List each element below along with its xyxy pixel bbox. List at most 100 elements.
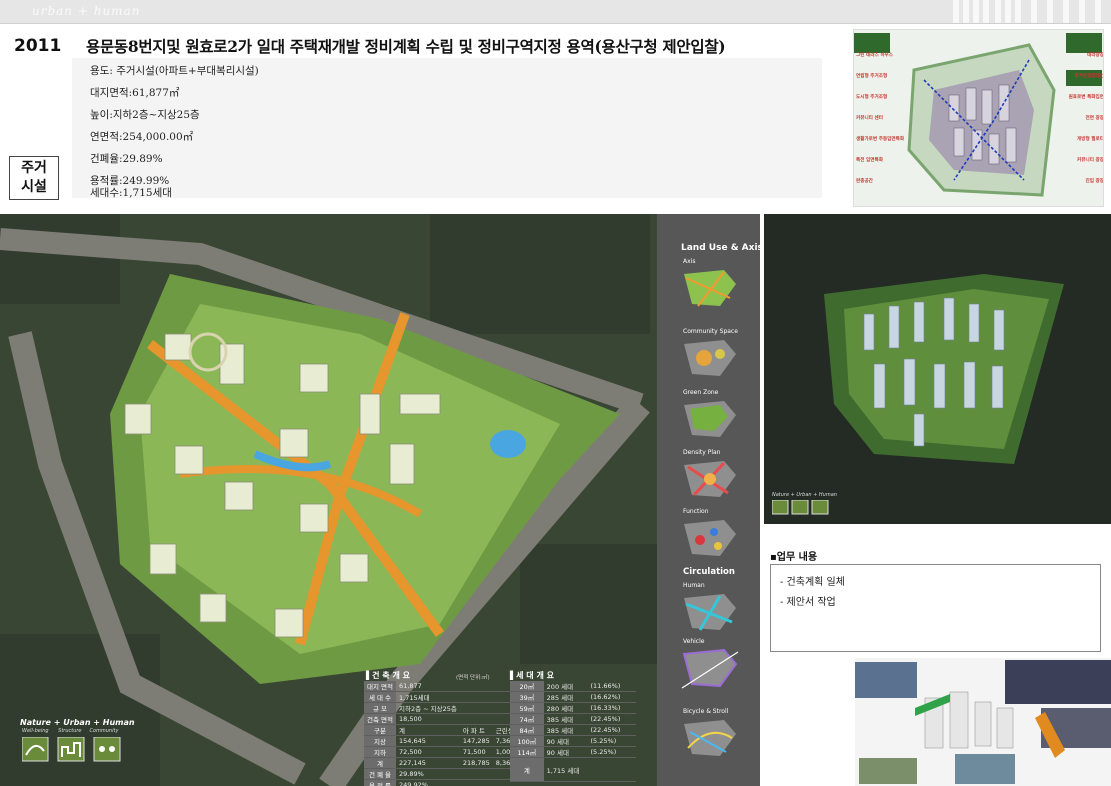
building-summary-cell: 구분 (364, 724, 396, 737)
household-summary-cell: 59㎡ (510, 702, 544, 715)
building-summary-row: 지상 154,645 147,285 7,360 (364, 735, 523, 748)
building-summary-cell (459, 702, 493, 715)
category-box: 주거 시설 (9, 156, 59, 200)
building-summary-cell: 71,500 (459, 746, 493, 759)
household-summary-cell: 114㎡ (510, 746, 544, 759)
concept-label-left-1: 연립형 주거조형 (856, 74, 888, 79)
concept-diagram: 그린 테라스 하우스 연립형 주거조형 도시형 주거조형 커뮤니티 센터 생활가로변 주… (853, 29, 1104, 207)
household-summary-row: 84㎡ 385 세대 (22.45%) (510, 724, 636, 737)
household-summary-row: 39㎡ 285 세대 (16.62%) (510, 691, 636, 704)
household-summary-cell: 200 세대 (543, 681, 588, 693)
building-summary-cell: 18,500 (396, 713, 460, 726)
concept-label-left-2: 도시형 주거조형 (856, 95, 888, 100)
concept-label-right-1: 흥겨운광장테인 (1074, 74, 1104, 79)
photo-collage (855, 658, 1111, 786)
motto-sub-wellbeing: Well-being (22, 728, 49, 734)
building-summary-row: 규 모 지하2층 ~ 지상25층 (364, 702, 523, 715)
diagram-label-axis: Axis (683, 258, 696, 265)
building-summary-row: 지하 72,500 71,500 1,000 (364, 746, 523, 759)
household-total-label: 계 (510, 757, 544, 783)
building-summary-cell: 154,645 (396, 735, 460, 748)
concept-label-left-0: 그린 테라스 하우스 (856, 53, 894, 58)
household-summary-cell: 90 세대 (543, 746, 588, 759)
building-summary-cell: 대지 면적 (364, 681, 396, 693)
work-item-architecture: - 건축계획 일체 (780, 577, 845, 588)
green-zone-diagram (684, 401, 736, 437)
concept-label-right-5: 커뮤니티 광장 (1077, 158, 1104, 163)
building-summary-cell: 계 (364, 757, 396, 770)
building-summary-unit: (면적 단위:㎡) (456, 675, 490, 681)
work-heading: ▪업무 내용 (770, 552, 818, 563)
household-summary-cell: 280 세대 (543, 702, 588, 715)
building-summary-cell: 61,877 (396, 681, 460, 693)
project-title: 용문동8번지및 원효로2가 일대 주택재개발 정비계획 수립 및 정비구역지정 … (86, 37, 726, 56)
building-summary-cell: 249.92% (396, 779, 460, 786)
overview-motto-text: Nature + Urban + Human (772, 492, 837, 498)
overview-render (764, 214, 1111, 524)
diagram-label-community: Community Space (683, 328, 738, 335)
building-summary-row: 구분 계 아 파 트 근린생활 (364, 724, 523, 737)
concept-label-right-0: 테라광장 (1087, 53, 1104, 58)
household-summary-cell: 90 세대 (543, 735, 588, 748)
household-summary-cell: 285 세대 (543, 691, 588, 704)
building-summary-cell: 72,500 (396, 746, 460, 759)
household-summary-cell: 20㎡ (510, 681, 544, 693)
diagram-label-human: Human (683, 582, 705, 589)
household-summary-cell: (16.62%) (587, 691, 636, 704)
household-summary-title: ▌세 대 개 요 (510, 671, 554, 680)
household-summary-cell: (22.45%) (587, 713, 636, 726)
building-summary-cell: 29.89% (396, 768, 460, 781)
concept-label-right-6: 진입 광장 (1085, 179, 1104, 184)
household-summary-row: 114㎡ 90 세대 (5.25%) (510, 746, 636, 759)
diagram-label-density: Density Plan (683, 449, 721, 456)
photo-collage-image (855, 658, 1111, 786)
concept-label-left-4: 생활가로변 주동입면특화 (856, 137, 905, 142)
top-banner: urban + human (0, 0, 1111, 24)
building-summary-cell: 지상 (364, 735, 396, 748)
building-summary-title: ▌건 축 개 요 (366, 671, 410, 680)
household-summary-row: 100㎡ 90 세대 (5.25%) (510, 735, 636, 748)
building-summary-cell: 용 적 률 (364, 779, 396, 786)
household-summary-cell: 385 세대 (543, 724, 588, 737)
building-summary-cell (459, 713, 493, 726)
diagram-label-function: Function (683, 508, 709, 515)
land-use-title: Land Use & Axis (681, 243, 763, 253)
motto-text: Nature + Urban + Human (20, 718, 135, 727)
spec-use: 용도: 주거시설(아파트+부대복리시설) (90, 65, 259, 77)
building-summary-row: 대지 면적 61,877 (364, 681, 523, 693)
building-summary-table: 대지 면적 61,877 세 대 수 1,715세대 규 모 지하2층 ~ 지상25층 건축… (364, 681, 523, 786)
building-summary-row: 건축 면적 18,500 (364, 713, 523, 726)
household-summary-row: 59㎡ 280 세대 (16.33%) (510, 702, 636, 715)
circulation-title: Circulation (683, 567, 735, 577)
household-total-row: 계 1,715 세대 (510, 757, 636, 783)
building-summary-cell: 건 폐 율 (364, 768, 396, 781)
human-circulation-diagram (684, 594, 736, 631)
spec-site-area: 대지면적:61,877㎡ (90, 87, 180, 99)
building-summary-cell: 147,285 (459, 735, 493, 748)
work-item-proposal: - 제안서 작업 (780, 597, 836, 608)
building-summary-cell: 세 대 수 (364, 691, 396, 704)
household-summary-cell: (16.33%) (587, 702, 636, 715)
category-line: 주거 (21, 160, 47, 176)
spec-coverage: 건폐율:29.89% (90, 153, 163, 165)
concept-label-right-3: 전면 광장 (1085, 116, 1104, 121)
diagram-label-vehicle: Vehicle (683, 638, 705, 645)
building-summary-cell (459, 691, 493, 704)
building-summary-cell: 지하2층 ~ 지상25층 (396, 702, 460, 715)
summary-tables: ▌건 축 개 요 (면적 단위:㎡) 대지 면적 61,877 세 대 수 1,715… (362, 668, 652, 786)
household-summary-cell: 74㎡ (510, 713, 544, 726)
household-summary-row: 20㎡ 200 세대 (11.66%) (510, 681, 636, 693)
building-summary-cell (459, 681, 493, 693)
bicycle-circulation-diagram (684, 720, 736, 756)
work-section: ▪업무 내용 - 건축계획 일체 - 제안서 작업 (770, 548, 1101, 652)
building-summary-cell: 규 모 (364, 702, 396, 715)
concept-label-left-6: 완충공간 (856, 179, 873, 184)
function-diagram (684, 520, 736, 556)
project-year: 2011 (14, 36, 62, 56)
household-summary-cell: 84㎡ (510, 724, 544, 737)
building-summary-row: 세 대 수 1,715세대 (364, 691, 523, 704)
concept-label-left-5: 특전 입면특화 (856, 158, 883, 163)
building-summary-cell: 227,145 (396, 757, 460, 770)
diagram-label-bicycle: Bicycle & Stroll (683, 708, 729, 715)
household-summary-row: 74㎡ 385 세대 (22.45%) (510, 713, 636, 726)
